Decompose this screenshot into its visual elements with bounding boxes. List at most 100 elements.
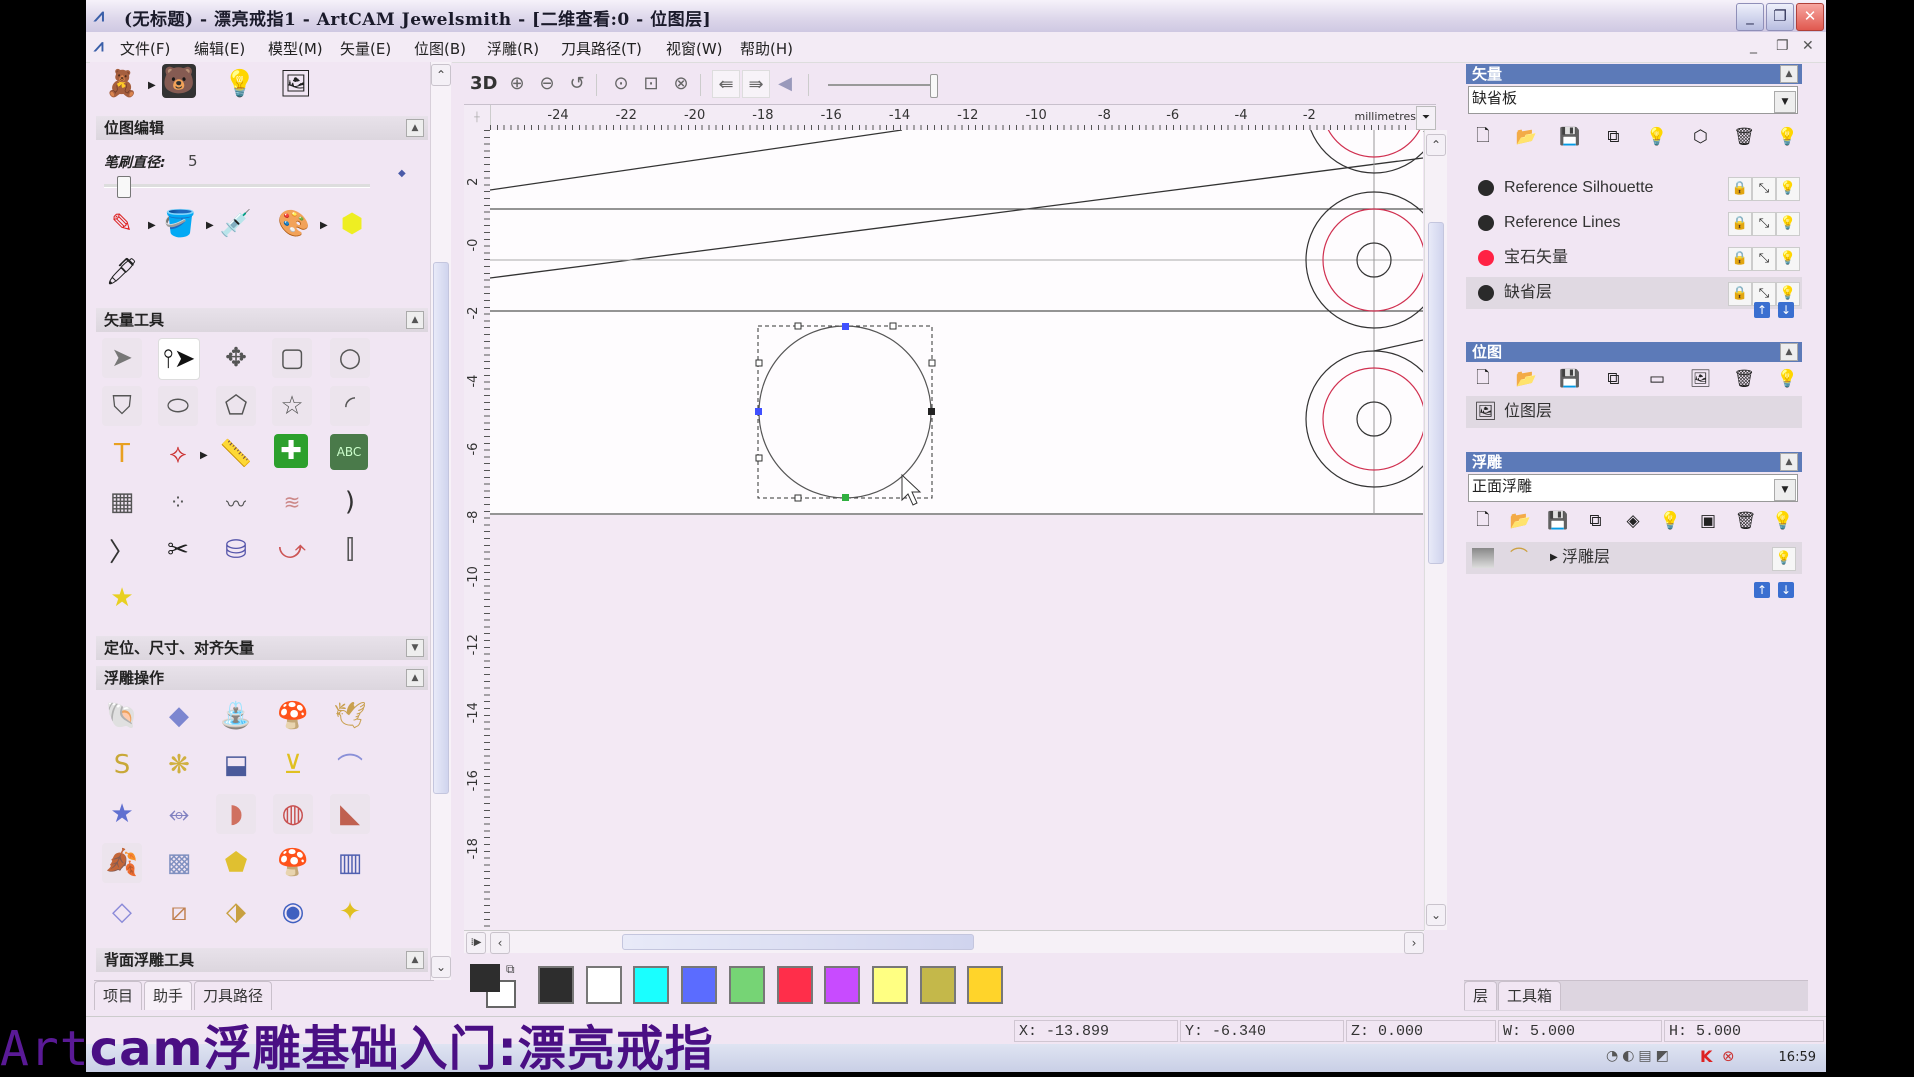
star-yellow-icon[interactable]: ✦: [330, 892, 370, 932]
arc-icon[interactable]: ◜: [330, 386, 370, 426]
brush-pen-icon[interactable]: 🖊: [102, 252, 142, 292]
vector-sheet-select[interactable]: 缺省板 ▼: [1468, 86, 1798, 114]
color-swatch[interactable]: [681, 966, 718, 1004]
brush-slider-thumb[interactable]: [117, 176, 132, 198]
layer-color-icon[interactable]: [1478, 250, 1494, 266]
all-bulbs-icon[interactable]: 💡: [1775, 366, 1801, 392]
select-layer-icon[interactable]: ⤡: [1752, 177, 1776, 201]
merge-icon[interactable]: ⧉: [1601, 124, 1627, 150]
menu-window[interactable]: 视窗(W): [666, 38, 723, 59]
warp-grid-icon[interactable]: ▦: [102, 482, 142, 522]
lock-icon[interactable]: 🔒: [1728, 212, 1752, 236]
spin-icon[interactable]: 🍄: [273, 696, 313, 736]
contrast-slider-thumb[interactable]: [929, 74, 938, 98]
contrast-slider-track[interactable]: [828, 84, 936, 86]
color-swatch[interactable]: [776, 966, 813, 1004]
warp-relief-icon[interactable]: ▥: [330, 843, 370, 883]
trash-icon[interactable]: 🗑: [1731, 366, 1757, 392]
scroll-down-button[interactable]: ⌄: [431, 956, 451, 978]
layer-relief-icon[interactable]: ⬟: [216, 843, 256, 883]
expand-arrow-icon[interactable]: ▶: [206, 220, 214, 231]
move-layer-down-icon[interactable]: ↓: [1778, 302, 1794, 318]
mdi-close-button[interactable]: ✕: [1802, 38, 1814, 54]
extrude-icon[interactable]: ⛲: [216, 696, 256, 736]
save-icon[interactable]: 💾: [1557, 366, 1583, 392]
sculpt-icon[interactable]: ◣: [330, 794, 370, 834]
transform-icon[interactable]: ✥: [216, 338, 256, 378]
color-swatch[interactable]: [824, 966, 861, 1004]
grayscale-bitmap-icon[interactable]: 🐻: [162, 64, 196, 98]
move-layer-up-icon[interactable]: ↑: [1754, 582, 1770, 598]
contrast-icon[interactable]: ◀: [772, 70, 798, 96]
s-curve-icon[interactable]: S: [102, 745, 142, 785]
ruler-options-button[interactable]: ⏷: [1416, 106, 1436, 130]
lamp-icon[interactable]: 💡: [220, 64, 260, 104]
node-edit-icon[interactable]: ⫯➤: [158, 338, 200, 380]
array-copy-icon[interactable]: ⁘: [158, 482, 198, 522]
menu-file[interactable]: 文件(F): [120, 38, 170, 59]
relief-add-icon[interactable]: ⌒: [1510, 542, 1528, 574]
zoom-extents-icon[interactable]: ⊗: [668, 70, 694, 96]
lock-icon[interactable]: 🔒: [1728, 177, 1752, 201]
star-library-icon[interactable]: ★: [102, 578, 142, 618]
bitmap-left-icon[interactable]: ⇚: [712, 70, 740, 98]
emboss-relief-icon[interactable]: ⬗: [216, 892, 256, 932]
scroll-up-button[interactable]: ⌃: [1426, 134, 1446, 156]
mushroom-relief-icon[interactable]: 🍄: [273, 843, 313, 883]
tile-relief-icon[interactable]: ◇: [102, 892, 142, 932]
scroll-right-button[interactable]: ›: [1404, 932, 1424, 954]
paint-bucket-icon[interactable]: 🪣: [160, 204, 200, 244]
ball-texture-icon[interactable]: ◉: [273, 892, 313, 932]
vector-layer-row[interactable]: 宝石矢量 🔒 ⤡ 💡: [1466, 242, 1802, 274]
expand-arrow-icon[interactable]: ▶: [200, 450, 208, 461]
mona-icon[interactable]: 🖼: [1688, 366, 1714, 392]
2d-view-canvas[interactable]: [490, 130, 1423, 930]
bitmap-layer-row[interactable]: 🖼 位图层: [1466, 396, 1802, 428]
visibility-bulb-icon[interactable]: 💡: [1776, 212, 1800, 236]
antivirus-tray-icon[interactable]: K: [1700, 1047, 1712, 1066]
tab-assistant[interactable]: 助手: [144, 981, 193, 1010]
menu-edit[interactable]: 编辑(E): [194, 38, 245, 59]
reliefs-header[interactable]: 浮雕 ▲: [1466, 452, 1802, 472]
tab-toolbox[interactable]: 工具箱: [1498, 981, 1562, 1010]
merge-icon[interactable]: ⧉: [1601, 366, 1627, 392]
vector-layer-row[interactable]: Reference Lines 🔒 ⤡ 💡: [1466, 207, 1802, 239]
trim-scissors-icon[interactable]: ✂: [158, 530, 198, 570]
rotate-relief-icon[interactable]: ⌒: [330, 745, 370, 785]
vector-doctor-icon[interactable]: ): [330, 482, 370, 522]
shapes-icon[interactable]: ⬡: [1688, 124, 1714, 150]
open-folder-icon[interactable]: 📂: [1514, 366, 1540, 392]
tab-toolpaths[interactable]: 刀具路径: [194, 981, 273, 1010]
texture-relief-icon[interactable]: ▩: [159, 843, 199, 883]
circle-icon[interactable]: ○: [330, 338, 370, 378]
eyedropper-icon[interactable]: 💉: [216, 204, 256, 244]
layers-icon[interactable]: ◈: [1620, 508, 1646, 534]
start-node-handle[interactable]: [842, 494, 849, 501]
expand-arrow-icon[interactable]: ▶: [320, 220, 328, 231]
corner-fillet-icon[interactable]: 〉: [102, 530, 142, 570]
visibility-bulb-icon[interactable]: 💡: [1776, 247, 1800, 271]
lock-icon[interactable]: 🔒: [1728, 282, 1752, 306]
scroll-thumb[interactable]: [433, 262, 449, 794]
color-swatch[interactable]: [538, 966, 574, 1004]
text-icon[interactable]: T: [102, 434, 142, 474]
polyline-icon[interactable]: ⛉: [102, 386, 142, 426]
scroll-down-button[interactable]: ⌄: [1426, 904, 1446, 926]
collapse-icon[interactable]: ▲: [406, 311, 424, 329]
zoom-box-icon[interactable]: ⊡: [638, 70, 664, 96]
expand-arrow-icon[interactable]: ▶: [1550, 542, 1558, 574]
collapse-icon[interactable]: ▲: [406, 951, 424, 969]
visibility-bulb-icon[interactable]: 💡: [1776, 177, 1800, 201]
shape-editor-icon[interactable]: 🐚: [102, 696, 142, 736]
restore-button[interactable]: ❐: [1766, 3, 1794, 31]
scroll-up-button[interactable]: ⌃: [431, 64, 451, 86]
swap-colors-icon[interactable]: ⧉: [506, 962, 515, 977]
layer-color-icon[interactable]: [1478, 180, 1494, 196]
bulb-icon[interactable]: 💡: [1658, 508, 1684, 534]
position-align-header[interactable]: 定位、尺寸、对齐矢量 ▼: [96, 636, 428, 660]
select-layer-icon[interactable]: ⤡: [1752, 247, 1776, 271]
bitmaps-header[interactable]: 位图 ▲: [1466, 342, 1802, 362]
sweep-icon[interactable]: ⥈: [159, 794, 199, 834]
ellipse-icon[interactable]: ⬭: [158, 386, 198, 426]
pencil-icon[interactable]: ✎: [102, 204, 142, 244]
